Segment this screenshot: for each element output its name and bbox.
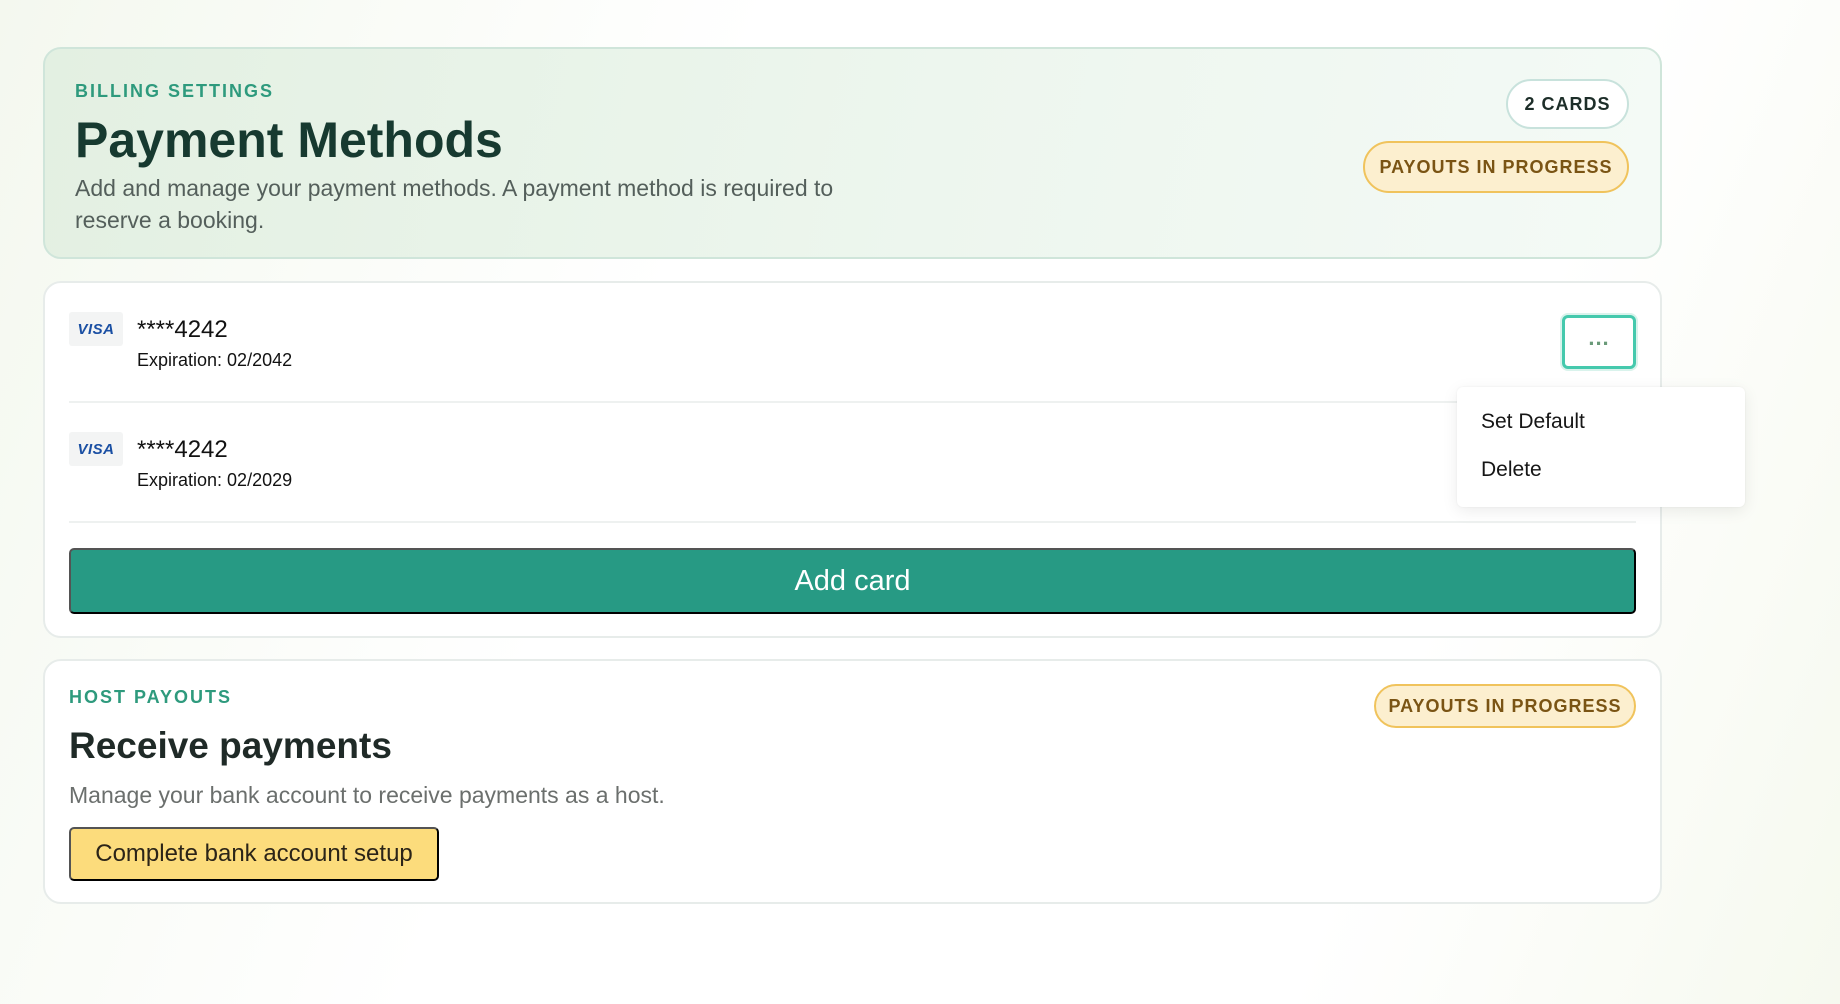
payouts-title: Receive payments xyxy=(69,725,392,766)
menu-item-delete[interactable]: Delete xyxy=(1457,455,1745,503)
menu-item-set-default[interactable]: Set Default xyxy=(1457,407,1745,455)
payouts-description: Manage your bank account to receive paym… xyxy=(69,782,665,808)
card-row: VISA ****4242 Expiration: 02/2042 ... xyxy=(69,283,1636,403)
card-expiration: Expiration: 02/2042 xyxy=(137,350,293,370)
complete-bank-setup-button[interactable]: Complete bank account setup xyxy=(69,827,439,881)
card-number: ****4242 xyxy=(137,316,228,343)
add-card-button[interactable]: Add card xyxy=(69,548,1636,614)
host-payouts-card: HOST PAYOUTS Receive payments Manage you… xyxy=(43,659,1662,904)
payment-cards-list: VISA ****4242 Expiration: 02/2042 ... VI… xyxy=(43,281,1662,638)
visa-logo-icon: VISA xyxy=(69,432,123,466)
more-dots-icon: ... xyxy=(1588,325,1610,350)
payouts-status-badge: PAYOUTS IN PROGRESS xyxy=(1374,684,1636,728)
visa-logo-icon: VISA xyxy=(69,312,123,346)
page: BILLING SETTINGS Payment Methods Add and… xyxy=(0,0,1840,1004)
cards-count-badge: 2 CARDS xyxy=(1506,79,1629,129)
card-options-menu: Set Default Delete xyxy=(1457,387,1745,507)
payouts-status-badge: PAYOUTS IN PROGRESS xyxy=(1363,141,1629,193)
billing-settings-eyebrow: BILLING SETTINGS xyxy=(75,81,275,101)
card-row: VISA ****4242 Expiration: 02/2029 xyxy=(69,403,1636,523)
card-expiration: Expiration: 02/2029 xyxy=(137,470,293,490)
payment-methods-header: BILLING SETTINGS Payment Methods Add and… xyxy=(43,47,1662,259)
page-description: Add and manage your payment methods. A p… xyxy=(75,175,834,233)
card-number: ****4242 xyxy=(137,436,228,463)
card-options-button[interactable]: ... xyxy=(1562,315,1636,369)
